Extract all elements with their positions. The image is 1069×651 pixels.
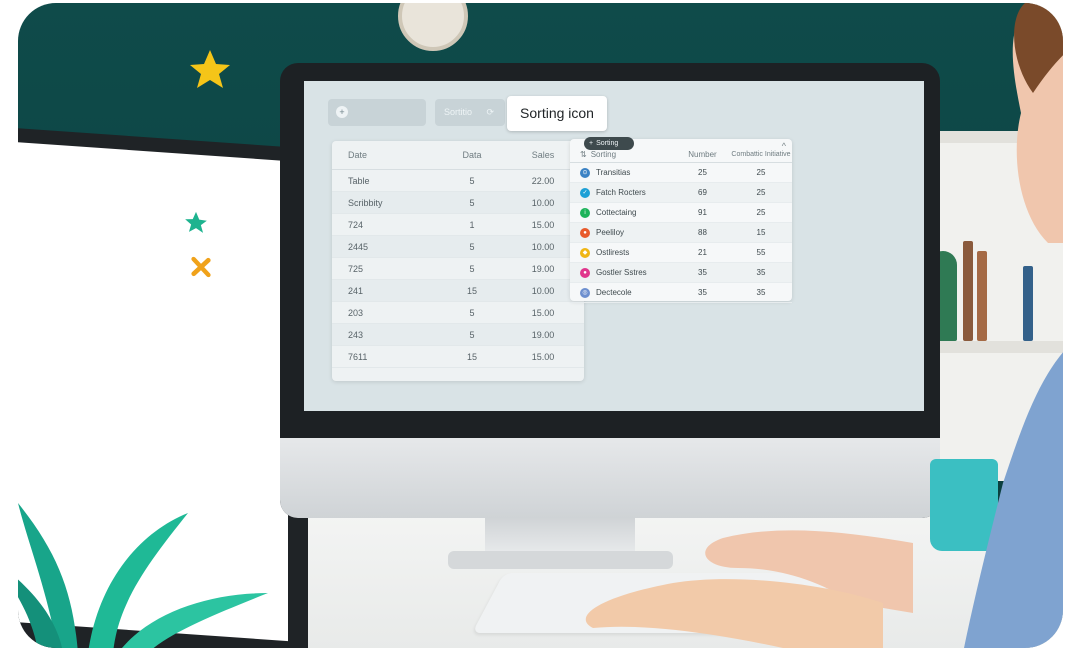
sort-button-label: Sortitio [444,107,473,117]
table-body: Table 5 22.00 Scribbity 5 10.00 724 1 15.00 24… [332,170,584,368]
table-row[interactable]: 7611 15 15.00 [332,346,584,368]
list-item[interactable]: ● Gostler Sstres 35 35 [570,263,792,283]
list-item[interactable]: ● Peeliloy 88 15 [570,223,792,243]
column-header-date[interactable]: Date [332,150,442,160]
sorting-chip-label: Sorting [596,140,619,147]
refresh-icon: ⟳ [486,107,495,117]
item-icon: ◎ [580,287,590,298]
teal-star-icon [185,211,207,233]
cell: 725 [348,263,364,274]
cell: 15.00 [531,351,555,362]
search-icon: + [336,106,348,118]
yellow-star-icon [190,50,230,88]
column-header-sorting[interactable]: ⇅ Sorting [570,150,675,159]
wall-clock-icon [398,3,468,51]
sort-arrow-icon: ⇅ [580,150,587,159]
search-input[interactable]: + [328,99,426,126]
list-item[interactable]: ✓ Fatch Rocters 69 25 [570,183,792,203]
typing-hands [585,530,913,648]
cell: 2445 [348,241,369,252]
data-table: Date Data Sales Table 5 22.00 Scribbity 5 10… [332,141,584,381]
cell: 5 [469,263,475,274]
table-row[interactable]: 241 15 10.00 [332,280,584,302]
sorting-dropdown-table: ⇅ Sorting Number Combattic Initiative ⊙ Tr… [570,139,792,303]
cell: 1 [469,219,475,230]
cell: 203 [348,307,364,318]
photo-frame: K X + [18,3,1063,648]
table-row[interactable]: 203 5 15.00 [332,302,584,324]
cell: 5 [469,307,475,318]
item-icon: ● [580,227,590,238]
cell: 243 [348,329,364,340]
cell: 15.00 [531,307,555,318]
person [964,3,1063,648]
table-header: Date Data Sales [332,141,584,170]
plant-decoration [18,503,268,648]
table-row[interactable]: 243 5 19.00 [332,324,584,346]
list-item[interactable]: ◆ Ostlirests 21 55 [570,243,792,263]
table-row[interactable]: Table 5 22.00 [332,170,584,192]
cell: 19.00 [531,329,555,340]
cell: 5 [469,175,475,186]
cell: 5 [469,197,475,208]
item-icon: i [580,207,590,218]
sorting-tooltip: Sorting icon [507,96,607,131]
list-item[interactable]: ◎ Dectecole 35 35 [570,283,792,303]
app-screen: + Sortitio ⟳ Sorting icon Date Data Sale… [304,81,924,411]
sort-icon: + [589,140,594,147]
cell: 15 [466,285,477,296]
table-row[interactable]: Scribbity 5 10.00 [332,192,584,214]
item-icon: ● [580,267,590,278]
sort-button[interactable]: Sortitio ⟳ [435,99,505,126]
cell: 15 [466,351,477,362]
main-monitor: + Sortitio ⟳ Sorting icon Date Data Sale… [280,63,940,518]
list-item[interactable]: ⊙ Transitias 25 25 [570,163,792,183]
cell: 241 [348,285,364,296]
sorting-chip[interactable]: + Sorting [584,137,634,150]
cell: 7611 [348,351,368,362]
item-icon: ✓ [580,187,590,198]
column-header-initiative[interactable]: Combattic Initiative [730,151,792,159]
table-row[interactable]: 725 5 19.00 [332,258,584,280]
cell: 724 [348,219,364,230]
list-item[interactable]: i Cottectaing 91 25 [570,203,792,223]
column-header-data[interactable]: Data [442,150,502,160]
item-icon: ◆ [580,247,590,258]
table-row[interactable]: 724 1 15.00 [332,214,584,236]
cell: Scribbity [348,197,383,208]
cell: Table [348,175,370,186]
cell: 5 [469,329,475,340]
column-header-number[interactable]: Number [675,150,730,159]
orange-star-icon [191,256,211,278]
close-icon[interactable]: ^ [782,141,786,151]
dropdown-body: ⊙ Transitias 25 25 ✓ Fatch Rocters 69 25 i Cott… [570,163,792,303]
table-row[interactable]: 2445 5 10.00 [332,236,584,258]
item-icon: ⊙ [580,167,590,178]
cell: 5 [469,241,475,252]
